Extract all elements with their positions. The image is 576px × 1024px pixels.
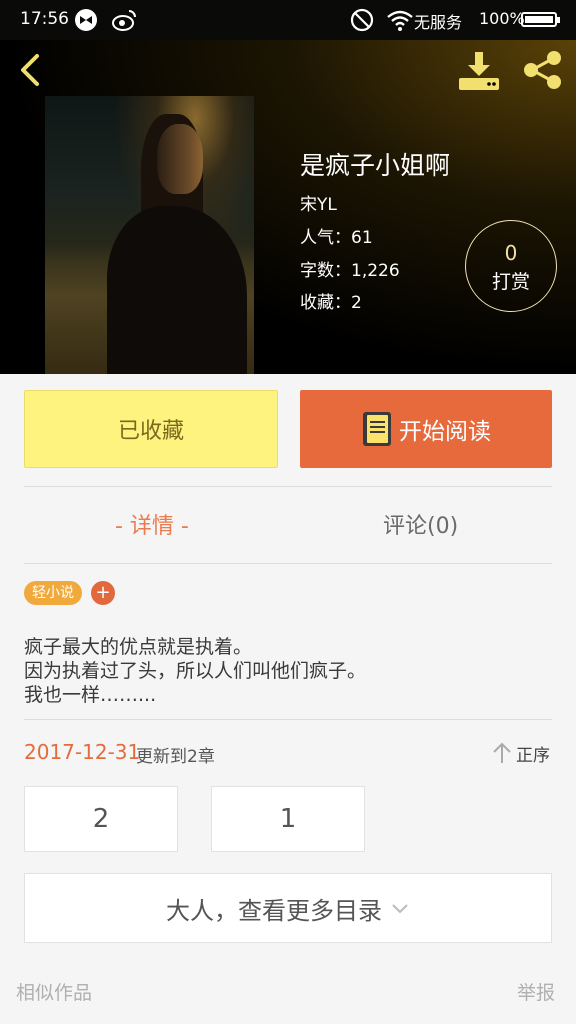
wifi-icon	[387, 10, 413, 31]
battery-fill	[525, 16, 553, 23]
description-line: 我也一样……...	[24, 684, 157, 706]
book-word-count: 字数：1,226	[300, 261, 400, 281]
more-catalog-label: 大人，查看更多目录	[166, 896, 382, 925]
similar-works-label: 相似作品	[16, 982, 93, 1004]
status-time: 17:56	[20, 9, 69, 29]
collected-button[interactable]: 已收藏	[24, 390, 278, 468]
book-title: 是疯子小姐啊	[300, 151, 451, 180]
tab-detail[interactable]: - 详情 -	[115, 508, 189, 540]
update-chapter-count: 更新到2章	[136, 747, 215, 767]
chevron-down-icon	[392, 904, 408, 914]
cover-figure-face	[157, 124, 203, 194]
book-author[interactable]: 宋YL	[300, 190, 337, 215]
sort-order-label: 正序	[516, 745, 550, 766]
sort-order-button[interactable]: 正序	[492, 740, 550, 766]
report-link[interactable]: 举报	[517, 978, 555, 1005]
collected-label: 已收藏	[117, 419, 184, 444]
download-icon[interactable]	[456, 48, 502, 92]
cover-figure-body	[107, 206, 247, 374]
chapter-item[interactable]: 1	[211, 786, 365, 852]
chapter-item[interactable]: 2	[24, 786, 178, 852]
status-bar: 17:56 无服务 100%	[0, 0, 576, 40]
start-reading-label: 开始阅读	[399, 419, 491, 445]
book-cover-image[interactable]	[45, 96, 254, 374]
battery-icon	[521, 12, 560, 27]
more-catalog-button[interactable]: 大人，查看更多目录	[24, 873, 552, 943]
book-favorites: 收藏：2	[300, 293, 362, 313]
tab-comments[interactable]: 评论(0)	[383, 508, 458, 540]
share-icon[interactable]	[520, 48, 566, 92]
battery-percent: 100%	[479, 9, 525, 28]
tip-button[interactable]: 0 打赏	[465, 220, 557, 312]
description-line: 疯子最大的优点就是执着。	[24, 636, 253, 658]
update-date: 2017-12-31	[24, 740, 141, 764]
book-header: 是疯子小姐啊 宋YL 人气：61 字数：1,226 收藏：2 0 打赏	[0, 40, 576, 374]
add-tag-button[interactable]: +	[91, 581, 115, 605]
tip-count: 0	[504, 241, 518, 265]
network-status: 无服务	[414, 13, 463, 32]
app-logo-icon	[75, 9, 97, 31]
description-line: 因为执着过了头，所以人们叫他们疯子。	[24, 660, 367, 682]
start-reading-button[interactable]: 开始阅读	[300, 390, 552, 468]
genre-tag[interactable]: 轻小说	[24, 581, 82, 605]
do-not-disturb-icon	[350, 8, 374, 32]
book-icon	[363, 412, 391, 446]
weibo-icon	[112, 10, 136, 31]
divider	[24, 563, 552, 564]
tip-label: 打赏	[491, 271, 530, 293]
back-icon[interactable]	[12, 50, 52, 90]
arrow-up-icon	[493, 742, 511, 763]
divider	[24, 486, 552, 487]
divider	[24, 719, 552, 720]
book-popularity: 人气：61	[300, 228, 373, 248]
